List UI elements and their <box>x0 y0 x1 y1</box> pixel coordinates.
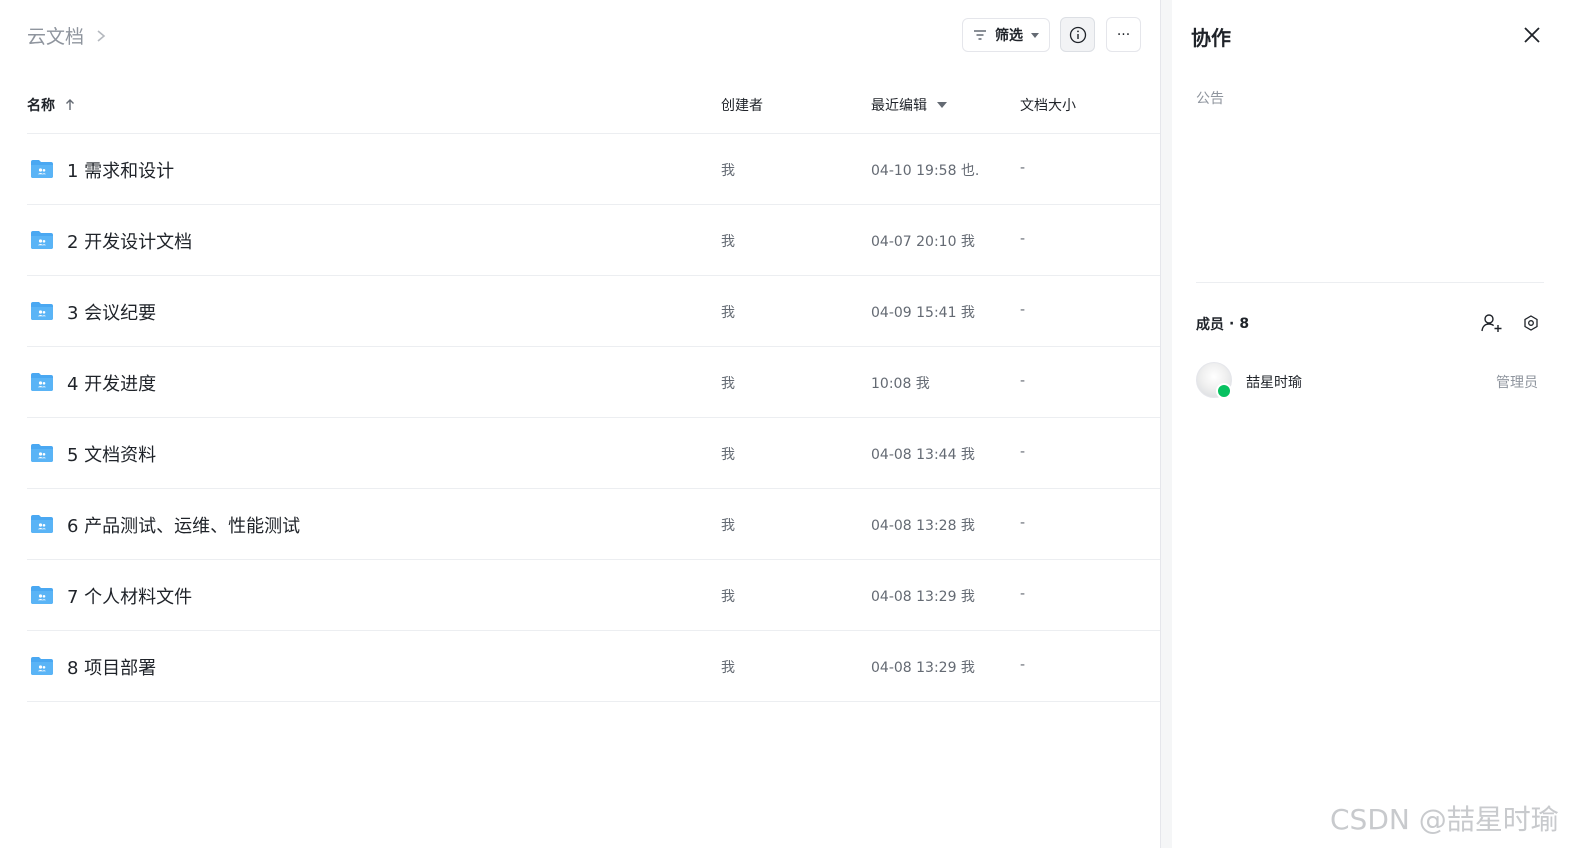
collaboration-panel: 协作 公告 成员 · 8 喆星时瑜 管理员 <box>1172 0 1575 848</box>
row-size: - <box>1020 444 1026 460</box>
row-divider <box>27 630 1160 631</box>
caret-down-icon <box>1031 33 1039 38</box>
close-icon[interactable] <box>1521 24 1543 46</box>
row-divider <box>27 133 1160 134</box>
row-edited: 04-08 13:29 我 <box>871 589 975 605</box>
more-icon: ··· <box>1116 26 1131 43</box>
row-name: 1 需求和设计 <box>67 161 175 182</box>
row-divider <box>27 559 1160 560</box>
notice-label: 公告 <box>1196 91 1224 107</box>
filter-icon <box>974 30 986 40</box>
row-edited: 04-08 13:28 我 <box>871 518 975 534</box>
row-creator: 我 <box>721 305 735 321</box>
row-size: - <box>1020 586 1026 602</box>
row-divider <box>27 488 1160 489</box>
row-name: 3 会议纪要 <box>67 303 157 324</box>
members-label: 成员 <box>1196 317 1224 333</box>
file-list-area: 云文档 筛选 ··· 名称 创建者 最近编辑 文档大小 1 需求和设计 我 04… <box>0 0 1160 848</box>
row-edited: 04-10 19:58 也. <box>871 163 980 179</box>
row-creator: 我 <box>721 660 735 676</box>
table-row[interactable]: 1 需求和设计 我 04-10 19:58 也. - <box>0 133 1160 204</box>
watermark: CSDN @喆星时瑜 <box>1330 803 1559 836</box>
row-size: - <box>1020 302 1026 318</box>
row-creator: 我 <box>721 518 735 534</box>
row-name: 8 项目部署 <box>67 658 157 679</box>
table-header: 名称 创建者 最近编辑 文档大小 <box>0 84 1160 124</box>
add-user-icon[interactable] <box>1481 313 1503 333</box>
row-edited: 04-08 13:44 我 <box>871 447 975 463</box>
table-row[interactable]: 4 开发进度 我 10:08 我 - <box>0 346 1160 417</box>
column-header-creator[interactable]: 创建者 <box>721 95 763 115</box>
breadcrumb-root[interactable]: 云文档 <box>27 22 84 49</box>
panel-separator <box>1196 282 1544 283</box>
members-header: 成员 · 8 <box>1196 314 1249 334</box>
gear-icon[interactable] <box>1523 315 1539 331</box>
table-row[interactable]: 5 文档资料 我 04-08 13:44 我 - <box>0 417 1160 488</box>
row-edited: 10:08 我 <box>871 376 930 392</box>
row-edited: 04-08 13:29 我 <box>871 660 975 676</box>
row-divider <box>27 346 1160 347</box>
column-creator-label: 创建者 <box>721 98 763 114</box>
row-divider <box>27 417 1160 418</box>
member-item[interactable]: 喆星时瑜 管理员 <box>1196 362 1546 400</box>
filter-button[interactable]: 筛选 <box>962 18 1050 52</box>
row-size: - <box>1020 657 1026 673</box>
table-row[interactable]: 2 开发设计文档 我 04-07 20:10 我 - <box>0 204 1160 275</box>
row-edited: 04-09 15:41 我 <box>871 305 975 321</box>
column-name-label: 名称 <box>27 98 55 114</box>
row-creator: 我 <box>721 589 735 605</box>
top-bar: 云文档 筛选 ··· <box>0 0 1160 70</box>
shared-folder-icon <box>31 160 53 178</box>
row-size: - <box>1020 160 1026 176</box>
row-creator: 我 <box>721 234 735 250</box>
members-separator: · <box>1229 316 1235 332</box>
row-size: - <box>1020 231 1026 247</box>
table-row[interactable]: 8 项目部署 我 04-08 13:29 我 - <box>0 630 1160 701</box>
row-divider <box>27 275 1160 276</box>
info-button[interactable] <box>1060 17 1095 52</box>
column-header-edited[interactable]: 最近编辑 <box>871 95 947 115</box>
row-size: - <box>1020 515 1026 531</box>
row-name: 6 产品测试、运维、性能测试 <box>67 516 301 537</box>
members-count: 8 <box>1239 316 1250 332</box>
shared-folder-icon <box>31 586 53 604</box>
shared-folder-icon <box>31 515 53 533</box>
table-row[interactable]: 6 产品测试、运维、性能测试 我 04-08 13:28 我 - <box>0 488 1160 559</box>
table-row[interactable]: 3 会议纪要 我 04-09 15:41 我 - <box>0 275 1160 346</box>
row-size: - <box>1020 373 1026 389</box>
wechat-icon <box>1216 383 1232 399</box>
row-name: 4 开发进度 <box>67 374 157 395</box>
shared-folder-icon <box>31 444 53 462</box>
breadcrumb: 云文档 <box>27 22 108 49</box>
row-name: 5 文档资料 <box>67 445 157 466</box>
row-name: 7 个人材料文件 <box>67 587 193 608</box>
table-row[interactable]: 7 个人材料文件 我 04-08 13:29 我 - <box>0 559 1160 630</box>
more-button[interactable]: ··· <box>1106 17 1141 52</box>
member-role: 管理员 <box>1496 375 1538 391</box>
row-creator: 我 <box>721 163 735 179</box>
arrow-up-icon <box>66 99 74 110</box>
caret-down-icon <box>937 102 947 108</box>
shared-folder-icon <box>31 373 53 391</box>
column-header-size[interactable]: 文档大小 <box>1020 95 1076 115</box>
row-creator: 我 <box>721 447 735 463</box>
row-name: 2 开发设计文档 <box>67 232 193 253</box>
filter-label: 筛选 <box>995 28 1023 44</box>
column-edited-label: 最近编辑 <box>871 98 927 114</box>
row-divider <box>27 204 1160 205</box>
shared-folder-icon <box>31 302 53 320</box>
row-creator: 我 <box>721 376 735 392</box>
member-name: 喆星时瑜 <box>1246 375 1302 391</box>
shared-folder-icon <box>31 657 53 675</box>
shared-folder-icon <box>31 231 53 249</box>
column-header-name[interactable]: 名称 <box>27 95 75 115</box>
panel-title: 协作 <box>1191 26 1231 50</box>
info-icon <box>1069 26 1086 43</box>
panel-divider <box>1160 0 1172 848</box>
column-size-label: 文档大小 <box>1020 98 1076 114</box>
row-edited: 04-07 20:10 我 <box>871 234 975 250</box>
row-divider <box>27 701 1160 702</box>
chevron-right-icon <box>97 29 106 42</box>
